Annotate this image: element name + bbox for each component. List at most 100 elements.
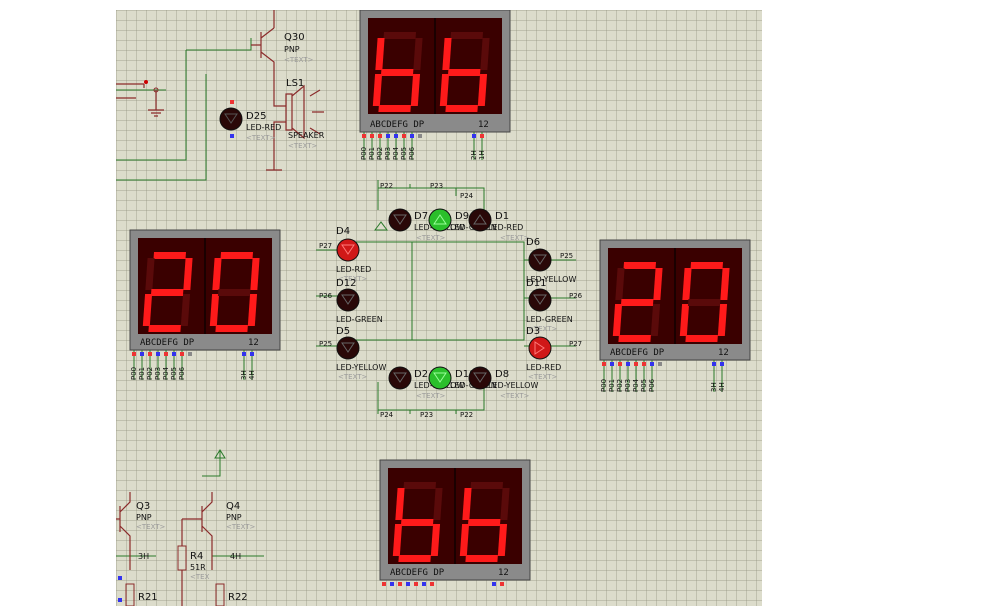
display-bottom[interactable]: ABCDEFG DP 12 (379, 459, 531, 586)
r21-name: R21 (138, 592, 158, 603)
svg-text:P04: P04 (392, 146, 400, 160)
r4-resistor[interactable]: R4 51R <TEX (177, 519, 210, 606)
display-right-pin-row: P00 P01 P02 P03 P04 P05 P06 3H 4H (600, 360, 726, 392)
svg-text:P02: P02 (616, 379, 624, 392)
svg-text:2H: 2H (470, 150, 478, 160)
q3-type: PNP (136, 513, 152, 522)
led-d5-text: <TEXT> (338, 373, 368, 381)
display-top-pin-num: 12 (478, 120, 489, 130)
led-d12-name: D12 (336, 278, 356, 289)
led-d4-type: LED-RED (336, 265, 371, 274)
q3-name: Q3 (136, 501, 150, 512)
buzzer-circuit[interactable]: Q30 PNP <TEXT> LS1 SPEAKER <TEXT> D25 LE… (116, 10, 325, 181)
svg-text:4H: 4H (718, 382, 726, 392)
display-left-pins: ABCDEFG DP (140, 338, 195, 348)
schematic-canvas[interactable]: Q30 PNP <TEXT> LS1 SPEAKER <TEXT> D25 LE… (116, 10, 762, 606)
svg-text:P05: P05 (170, 367, 178, 380)
ls1-text: <TEXT> (288, 142, 318, 150)
display-bottom-pins: ABCDEFG DP (390, 568, 445, 578)
led-d2-text: <TEXT> (416, 392, 446, 400)
svg-text:3H: 3H (710, 382, 718, 392)
q4-name: Q4 (226, 501, 240, 512)
r4-text: <TEX (190, 573, 210, 581)
r22-name: R22 (228, 592, 248, 603)
svg-text:1H: 1H (478, 150, 486, 160)
led-d7-name: D7 (414, 211, 428, 222)
display-left-pin-num: 12 (248, 338, 259, 348)
net-4h: 4H (230, 552, 241, 561)
q30-transistor[interactable]: Q30 PNP <TEXT> (251, 10, 314, 74)
display-left[interactable]: ABCDEFG DP 12 P00 P01 P02 P03 P04 P05 P0… (129, 229, 281, 380)
net-3h: 3H (138, 552, 149, 561)
led-d8-text: <TEXT> (500, 392, 530, 400)
svg-text:P01: P01 (368, 147, 376, 160)
svg-text:P23: P23 (430, 182, 443, 190)
led-d5-name: D5 (336, 326, 350, 337)
svg-text:P24: P24 (380, 411, 394, 419)
svg-text:P02: P02 (376, 147, 384, 160)
led-d1-type: LED-RED (488, 223, 523, 232)
display-right-pin-num: 12 (718, 348, 729, 358)
display-left-pin-row: P00 P01 P02 P03 P04 P05 P06 3H 4H (130, 350, 256, 380)
svg-text:P26: P26 (569, 292, 583, 300)
svg-text:P03: P03 (154, 367, 162, 380)
svg-text:P05: P05 (640, 379, 648, 392)
q3-text: <TEXT> (136, 523, 166, 531)
svg-text:P01: P01 (138, 367, 146, 380)
display-top-pin-row: P00 P01 P02 P03 P04 P05 P06 2H 1H (360, 132, 486, 160)
svg-text:P22: P22 (460, 411, 473, 419)
led-d11-type: LED-GREEN (526, 315, 573, 324)
q4-text: <TEXT> (226, 523, 256, 531)
led-d8-type: LED-YELLOW (488, 381, 538, 390)
q30-type: PNP (284, 45, 300, 54)
svg-text:P05: P05 (400, 147, 408, 160)
led-d12[interactable]: D12 LED-GREEN (336, 278, 383, 324)
svg-text:P00: P00 (360, 147, 368, 160)
svg-text:P25: P25 (319, 340, 332, 348)
led-d1[interactable]: D1 LED-RED <TEXT> (468, 208, 530, 242)
svg-text:P25: P25 (560, 252, 573, 260)
r22-resistor[interactable]: R22 (215, 583, 248, 606)
led-d2-name: D2 (414, 369, 428, 380)
display-bottom-pin-row (382, 582, 504, 586)
q3-transistor[interactable]: Q3 PNP <TEXT> 3H (116, 492, 166, 570)
svg-text:P04: P04 (632, 378, 640, 392)
ls1-name: LS1 (286, 78, 304, 89)
led-d11-name: D11 (526, 278, 546, 289)
led-d3-text: <TEXT> (528, 373, 558, 381)
lower-left-circuit[interactable]: Q3 PNP <TEXT> 3H Q4 PNP <TEXT> 4H R4 51R… (116, 449, 264, 606)
d25-name: D25 (246, 111, 266, 122)
led-d9-name: D9 (455, 211, 469, 222)
r21-resistor[interactable]: R21 (125, 583, 158, 606)
led-d3-type: LED-RED (526, 363, 561, 372)
ls1-type: SPEAKER (288, 131, 325, 140)
svg-text:P01: P01 (608, 379, 616, 392)
display-right[interactable]: ABCDEFG DP 12 P00 P01 P02 P03 P04 P05 P0… (599, 239, 751, 392)
led-d5[interactable]: D5 LED-YELLOW <TEXT> (336, 326, 386, 381)
led-d1-name: D1 (495, 211, 509, 222)
svg-text:P03: P03 (384, 147, 392, 160)
svg-text:P06: P06 (178, 366, 186, 380)
led-d3-name: D3 (526, 326, 540, 337)
led-d3[interactable]: D3 LED-RED <TEXT> (526, 326, 561, 381)
schematic-drawing: Q30 PNP <TEXT> LS1 SPEAKER <TEXT> D25 LE… (116, 10, 751, 606)
q30-text: <TEXT> (284, 56, 314, 64)
d25-led[interactable]: D25 LED-RED <TEXT> (219, 100, 281, 142)
led-d5-type: LED-YELLOW (336, 363, 386, 372)
svg-text:P00: P00 (600, 379, 608, 392)
led-d4-name: D4 (336, 226, 350, 237)
led-d11[interactable]: D11 LED-GREEN <TEXT> (526, 278, 573, 333)
display-right-pins: ABCDEFG DP (610, 348, 665, 358)
display-top[interactable]: ABCDEFG DP 12 P00 P01 P02 P03 P04 P05 P0… (359, 10, 511, 160)
d25-text: <TEXT> (246, 134, 276, 142)
led-d12-type: LED-GREEN (336, 315, 383, 324)
q4-type: PNP (226, 513, 242, 522)
led-d4[interactable]: D4 LED-RED <TEXT> (336, 226, 371, 283)
q30-name: Q30 (284, 32, 305, 43)
led-d7-text: <TEXT> (416, 234, 446, 242)
svg-text:P27: P27 (569, 340, 582, 348)
r4-name: R4 (190, 551, 203, 562)
svg-text:P27: P27 (319, 242, 332, 250)
ls1-speaker[interactable]: LS1 SPEAKER <TEXT> (273, 74, 325, 160)
svg-text:P00: P00 (130, 367, 138, 380)
